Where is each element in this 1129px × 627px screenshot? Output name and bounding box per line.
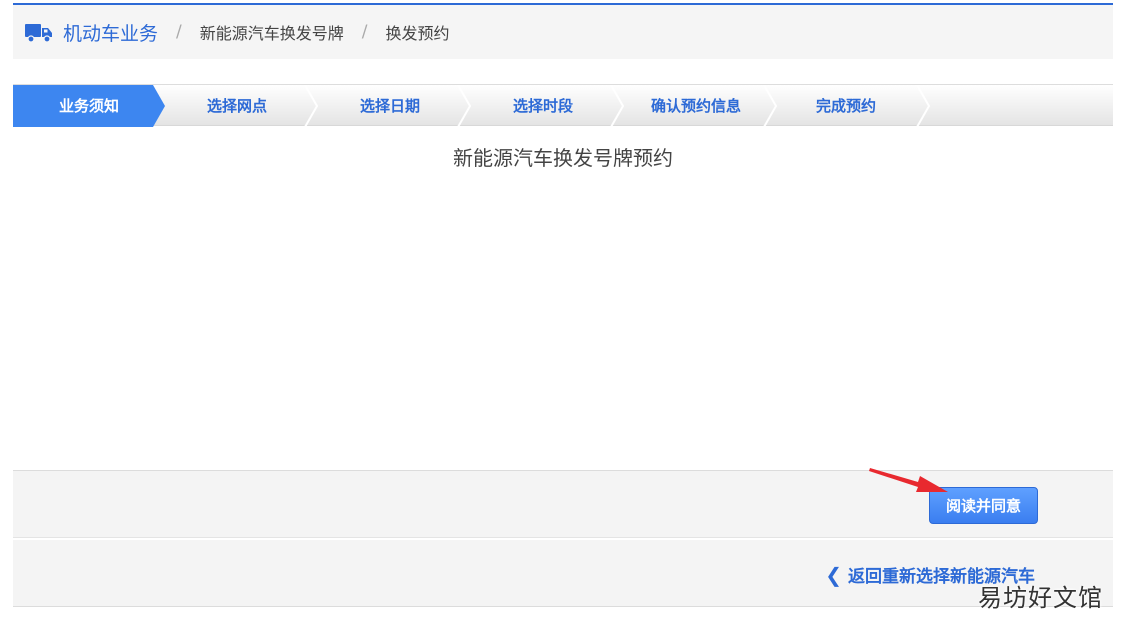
step-business-notice[interactable]: 业务须知	[13, 85, 165, 127]
step-progress: 业务须知 选择网点 选择日期 选择时段 确认预约信息 完成预约	[13, 84, 1113, 127]
page-title: 新能源汽车换发号牌预约	[453, 146, 673, 170]
page: 机动车业务 / 新能源汽车换发号牌 / 换发预约 业务须知 选择网点 选择日期 …	[0, 0, 1129, 627]
back-bar: ❮ 返回重新选择新能源汽车	[13, 540, 1113, 607]
truck-icon	[25, 24, 52, 43]
step-select-timeslot[interactable]: 选择时段	[467, 85, 619, 127]
step-complete[interactable]: 完成预约	[770, 85, 922, 127]
chevron-left-icon: ❮	[825, 562, 842, 587]
breadcrumb-item-current: 换发预约	[385, 24, 450, 43]
breadcrumb-home[interactable]: 机动车业务	[25, 19, 158, 46]
breadcrumb-item-service[interactable]: 新能源汽车换发号牌	[200, 20, 344, 44]
breadcrumb-home-label: 机动车业务	[63, 22, 159, 45]
step-confirm-info[interactable]: 确认预约信息	[620, 85, 772, 127]
step-select-date[interactable]: 选择日期	[314, 85, 466, 127]
breadcrumb: 机动车业务 / 新能源汽车换发号牌 / 换发预约	[13, 3, 1113, 59]
step-select-outlet[interactable]: 选择网点	[161, 85, 313, 127]
annotation-arrow	[869, 468, 948, 492]
watermark: 易坊好文馆	[978, 584, 1103, 612]
breadcrumb-separator: /	[361, 22, 368, 42]
breadcrumb-separator: /	[176, 22, 182, 42]
